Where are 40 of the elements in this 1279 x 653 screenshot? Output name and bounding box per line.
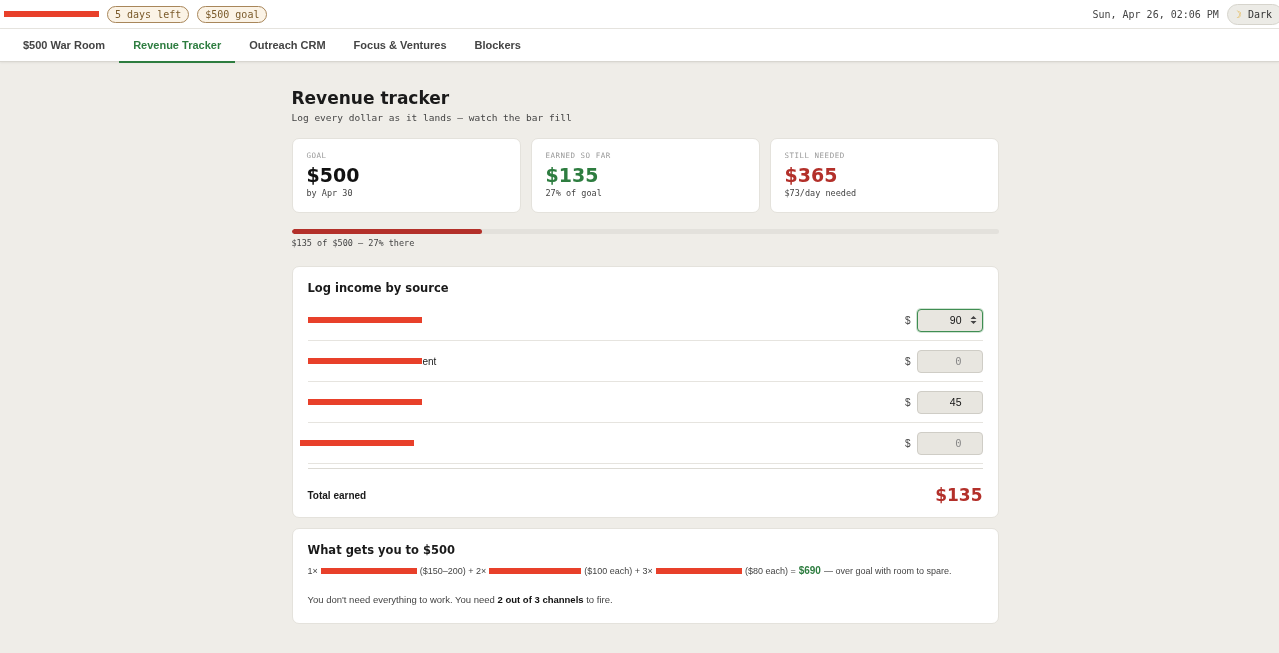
formula-text: — over goal with room to spare.	[823, 565, 952, 576]
stat-value: $135	[545, 164, 600, 186]
stat-value: $365	[784, 164, 839, 186]
moon-icon: ☽	[1235, 8, 1242, 20]
amount-field[interactable]: 45	[916, 390, 983, 414]
stat-note: 27% of goal	[545, 188, 603, 198]
page-title: Revenue tracker	[291, 88, 451, 108]
nav-tab[interactable]: Outreach CRM	[235, 29, 340, 61]
currency-label: $	[904, 437, 911, 449]
header-badge: 5 days left	[107, 5, 190, 23]
stat-note: by Apr 30	[306, 188, 354, 198]
nav-tab[interactable]: $500 War Room	[9, 29, 120, 61]
card-title: What gets you to $500	[307, 543, 456, 557]
currency-label: $	[904, 396, 911, 408]
theme-toggle-button[interactable]: ☽ Dark	[1226, 3, 1279, 25]
amount-field[interactable]: 0	[916, 431, 983, 455]
stat-note: $73/day needed	[784, 188, 858, 198]
formula-text: ($150–200) + 2×	[419, 565, 487, 576]
nav-tab[interactable]: Focus & Ventures	[339, 29, 461, 61]
card-title: Log income by source	[307, 281, 450, 295]
total-label: Total earned	[307, 489, 367, 501]
header-badge: $500 goal	[197, 5, 268, 23]
nav-tab[interactable]: Blockers	[460, 29, 535, 61]
currency-label: $	[904, 355, 911, 367]
plan-note: You don't need everything to work. You need 2 out of 3 channels to fire.	[307, 594, 614, 605]
page-subtitle: Log every dollar as it lands — watch the bar fill	[291, 112, 573, 123]
amount-field[interactable]: 90	[916, 308, 983, 332]
stat-value: $500	[306, 164, 361, 186]
total-value: $135	[935, 485, 983, 505]
formula-total: $690	[798, 565, 821, 576]
source-label: ent	[422, 355, 437, 367]
formula-text: ($100 each) + 3×	[584, 565, 653, 576]
formula-text: ($80 each) =	[744, 565, 796, 576]
currency-label: $	[904, 314, 911, 326]
date-time: Sun, Apr 26, 02:06 PM	[1092, 8, 1219, 20]
nav-tab[interactable]: Revenue Tracker	[119, 29, 236, 63]
amount-field[interactable]: 0	[916, 349, 983, 373]
progress-caption: $135 of $500 — 27% there	[291, 238, 416, 248]
spinner-icon[interactable]	[969, 314, 977, 325]
formula-text: 1×	[307, 565, 318, 576]
